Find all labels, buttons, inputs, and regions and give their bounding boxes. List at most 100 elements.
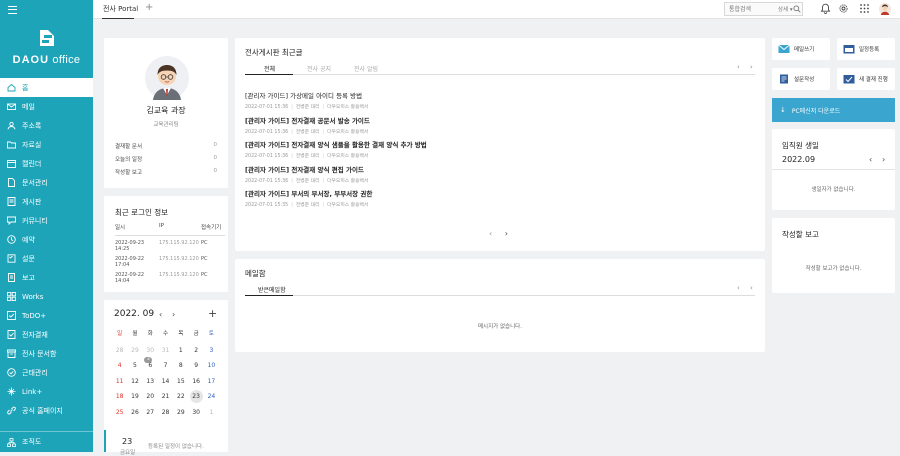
tab-all[interactable]: 전체: [264, 64, 275, 73]
org-chart-button[interactable]: 조직도: [0, 431, 93, 452]
board-prev-arrow[interactable]: ‹: [737, 63, 740, 71]
create-survey-button[interactable]: 설문작성: [772, 68, 830, 90]
tab-inbox[interactable]: 받은메일함: [258, 285, 286, 294]
calendar-day[interactable]: 23: [188, 389, 203, 405]
calendar-day[interactable]: 29: [173, 405, 188, 421]
calendar-day[interactable]: 25: [112, 405, 127, 421]
add-tab-icon[interactable]: +: [145, 2, 153, 13]
calendar-day[interactable]: 10: [204, 358, 219, 374]
tab-portal[interactable]: 전사 Portal: [103, 4, 138, 14]
calendar-day[interactable]: 2: [188, 343, 203, 359]
new-approval-button[interactable]: 새 결재 진행: [837, 68, 895, 90]
sidebar-item-2[interactable]: 주소록: [0, 116, 93, 135]
sidebar-item-14[interactable]: 전사 문서함: [0, 344, 93, 363]
search-scope-select[interactable]: 상세 ▾: [778, 5, 793, 13]
search-input[interactable]: [729, 4, 769, 14]
post-title[interactable]: [관리자 가이드] 전자결재 양식 샘플을 활용한 결재 양식 추가 방법: [245, 139, 725, 149]
calendar-day[interactable]: 11: [112, 374, 127, 390]
stat-schedule[interactable]: 오늘의 일정 0: [115, 155, 217, 168]
user-avatar[interactable]: [879, 3, 891, 15]
calendar-day[interactable]: 17: [204, 374, 219, 390]
list-item[interactable]: [관리자 가이드] 전자결재 공문서 발송 가이드 2022-07-01 15:3…: [245, 115, 725, 135]
post-title[interactable]: [관리자 가이드] 전자결재 양식 편집 가이드: [245, 164, 725, 174]
list-item[interactable]: [관리자 가이드] 부서의 부서장, 부부서장 권한 2022-07-01 15:…: [245, 188, 725, 208]
pager-next-icon[interactable]: ›: [505, 229, 508, 238]
tab-alert[interactable]: 전사 알림: [354, 64, 378, 73]
sidebar-item-6[interactable]: 게시판: [0, 192, 93, 211]
sidebar-item-5[interactable]: 문서관리: [0, 173, 93, 192]
mail-prev-arrow[interactable]: ‹: [737, 284, 740, 292]
logo[interactable]: DAOU office: [0, 27, 93, 66]
calendar-day[interactable]: 19: [127, 389, 142, 405]
calendar-day[interactable]: 28: [158, 405, 173, 421]
post-title[interactable]: [관리자 가이드] 부서의 부서장, 부부서장 권한: [245, 188, 725, 198]
sidebar-item-12[interactable]: ToDO+: [0, 306, 93, 325]
list-item[interactable]: [관리자 가이드] 전자결재 양식 샘플을 활용한 결재 양식 추가 방법 202…: [245, 139, 725, 159]
calendar-day[interactable]: 6: [143, 358, 158, 374]
calendar-day[interactable]: 18: [112, 389, 127, 405]
calendar-day[interactable]: 53: [127, 357, 153, 374]
search-icon[interactable]: [793, 5, 801, 13]
write-mail-button[interactable]: 메일쓰기: [772, 38, 830, 60]
list-item[interactable]: [관리자 가이드] 전자결재 양식 편집 가이드 2022-07-01 15:36…: [245, 164, 725, 184]
calendar-day[interactable]: 26: [127, 405, 142, 421]
calendar-day[interactable]: 1: [173, 343, 188, 359]
gear-icon[interactable]: [838, 3, 849, 14]
calendar-day[interactable]: 1: [204, 405, 219, 421]
sidebar-item-10[interactable]: 보고: [0, 268, 93, 287]
sidebar-item-1[interactable]: 메일: [0, 97, 93, 116]
calendar-day[interactable]: 16: [188, 374, 203, 390]
sidebar-item-3[interactable]: 자료실: [0, 135, 93, 154]
calendar-day[interactable]: 8: [173, 358, 188, 374]
calendar-next-button[interactable]: ›: [172, 310, 175, 319]
messenger-download-button[interactable]: ↓ PC메신저 다운로드: [772, 98, 895, 122]
birthday-prev-button[interactable]: ‹: [869, 155, 872, 164]
sidebar-item-13[interactable]: 전자결재: [0, 325, 93, 344]
post-title[interactable]: [관리자 가이드] 전자결재 공문서 발송 가이드: [245, 115, 725, 125]
profile-avatar[interactable]: [145, 56, 189, 100]
calendar-day[interactable]: 24: [204, 389, 219, 405]
calendar-day[interactable]: 12: [127, 374, 142, 390]
birthday-next-button[interactable]: ›: [882, 155, 885, 164]
calendar-day[interactable]: 31: [158, 343, 173, 359]
calendar-day[interactable]: 27: [143, 405, 158, 421]
sidebar-item-9[interactable]: 설문: [0, 249, 93, 268]
menu-icon[interactable]: [8, 6, 17, 14]
sidebar-item-16[interactable]: Link+: [0, 382, 93, 401]
mail-next-arrow[interactable]: ›: [750, 284, 753, 292]
calendar-day[interactable]: 7: [158, 358, 173, 374]
stat-approval[interactable]: 결재할 문서 0: [115, 142, 217, 155]
add-schedule-button[interactable]: 일정등록: [837, 38, 895, 60]
approval-icon: [843, 74, 855, 84]
sidebar-item-15[interactable]: 근태관리: [0, 363, 93, 382]
pager-prev-icon[interactable]: ‹: [489, 229, 492, 238]
calendar-day[interactable]: 30: [188, 405, 203, 421]
stat-report[interactable]: 작성할 보고 0: [115, 168, 217, 181]
calendar-prev-button[interactable]: ‹: [159, 310, 162, 319]
sidebar-item-4[interactable]: 캘린더: [0, 154, 93, 173]
calendar-day[interactable]: 3: [204, 343, 219, 359]
sidebar-item-17[interactable]: 공식 홈페이지: [0, 401, 93, 420]
sidebar-item-11[interactable]: Works: [0, 287, 93, 306]
apps-grid-icon[interactable]: [859, 3, 870, 14]
calendar-day[interactable]: 14: [158, 374, 173, 390]
sidebar-item-0[interactable]: 홈: [0, 78, 93, 97]
calendar-day[interactable]: 22: [173, 389, 188, 405]
calendar-day[interactable]: 30: [143, 343, 158, 359]
calendar-day[interactable]: 20: [143, 389, 158, 405]
calendar-day[interactable]: 13: [143, 374, 158, 390]
calendar-day[interactable]: 9: [188, 358, 203, 374]
bell-icon[interactable]: [820, 3, 831, 14]
post-title[interactable]: [관리자 가이드] 가상메일 아이디 등록 방법: [245, 90, 725, 100]
add-schedule-icon[interactable]: +: [208, 307, 217, 320]
sidebar-item-8[interactable]: 예약: [0, 230, 93, 249]
sidebar-item-7[interactable]: 커뮤니티: [0, 211, 93, 230]
calendar-day[interactable]: 29: [127, 343, 142, 359]
board-next-arrow[interactable]: ›: [750, 63, 753, 71]
list-item[interactable]: [관리자 가이드] 가상메일 아이디 등록 방법 2022-07-01 15:36…: [245, 90, 725, 110]
calendar-day[interactable]: 28: [112, 343, 127, 359]
calendar-day[interactable]: 21: [158, 389, 173, 405]
calendar-day[interactable]: 4: [112, 358, 127, 374]
calendar-day[interactable]: 15: [173, 374, 188, 390]
tab-notice[interactable]: 전사 공지: [307, 64, 331, 73]
